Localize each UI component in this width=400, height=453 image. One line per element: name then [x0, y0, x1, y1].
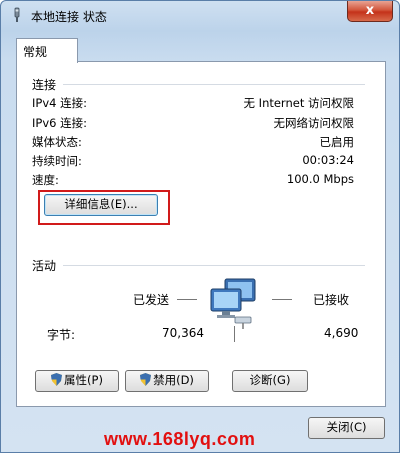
properties-button[interactable]: 属性(P) — [35, 370, 119, 392]
disable-button[interactable]: 禁用(D) — [125, 370, 209, 392]
ipv6-value: 无网络访问权限 — [273, 116, 355, 130]
network-computers-icon — [210, 278, 256, 329]
speed-label: 速度: — [32, 173, 59, 187]
title-close-button[interactable]: x — [347, 1, 393, 22]
general-panel — [16, 61, 386, 407]
media-state-label: 媒体状态: — [32, 135, 82, 149]
received-label: 已接收 — [313, 293, 350, 307]
disable-label: 禁用(D) — [153, 373, 194, 387]
ipv4-value: 无 Internet 访问权限 — [243, 96, 354, 110]
window-title: 本地连接 状态 — [31, 10, 107, 24]
title-bar[interactable]: 本地连接 状态 x — [1, 1, 399, 31]
bytes-label: 字节: — [47, 328, 76, 342]
connection-divider — [63, 84, 365, 85]
bytes-received-value: 4,690 — [324, 326, 359, 340]
diagnose-button[interactable]: 诊断(G) — [232, 370, 308, 392]
connection-header: 连接 — [32, 78, 57, 92]
duration-value: 00:03:24 — [302, 153, 354, 167]
activity-cable — [234, 326, 235, 342]
sent-label: 已发送 — [133, 293, 170, 307]
ipv4-label: IPv4 连接: — [32, 96, 87, 110]
status-window: 本地连接 状态 x 常规 连接 IPv4 连接: 无 Internet 访问权限… — [0, 0, 400, 453]
activity-divider — [63, 265, 365, 266]
tab-general[interactable]: 常规 — [16, 38, 78, 63]
ipv6-label: IPv6 连接: — [32, 116, 87, 130]
tab-general-label: 常规 — [23, 45, 48, 59]
duration-label: 持续时间: — [32, 154, 82, 168]
properties-label: 属性(P) — [64, 373, 103, 387]
details-button[interactable]: 详细信息(E)... — [44, 194, 158, 216]
uac-shield-icon — [140, 373, 152, 386]
received-line — [272, 299, 292, 300]
sent-line — [177, 299, 197, 300]
activity-header: 活动 — [32, 259, 57, 273]
bytes-sent-value: 70,364 — [162, 326, 204, 340]
watermark-text: www.168lyq.com — [104, 429, 256, 449]
speed-value: 100.0 Mbps — [286, 172, 354, 186]
close-icon: x — [365, 3, 375, 18]
network-connection-icon — [14, 7, 20, 22]
close-button[interactable]: 关闭(C) — [308, 417, 385, 439]
media-state-value: 已启用 — [319, 135, 355, 149]
uac-shield-icon — [51, 373, 63, 386]
